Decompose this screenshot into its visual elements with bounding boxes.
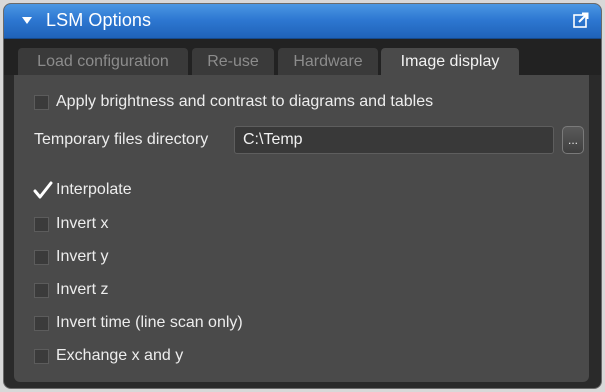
checkmark-icon	[33, 181, 53, 198]
invert-time-checkbox[interactable]	[34, 315, 49, 331]
exchange-xy-checkbox[interactable]	[34, 348, 49, 364]
interpolate-option[interactable]: Interpolate	[33, 179, 132, 201]
invert-x-label: Invert x	[56, 215, 109, 232]
invert-time-option[interactable]: Invert time (line scan only)	[34, 312, 243, 334]
invert-time-label: Invert time (line scan only)	[56, 314, 243, 331]
tab-bar: Load configuration Re-use Hardware Image…	[4, 39, 601, 75]
invert-y-label: Invert y	[56, 248, 109, 265]
invert-y-option[interactable]: Invert y	[34, 246, 108, 268]
image-display-tab-content: Apply brightness and contrast to diagram…	[14, 75, 589, 382]
tab-image-display[interactable]: Image display	[381, 48, 519, 75]
tab-load-configuration[interactable]: Load configuration	[18, 48, 188, 75]
invert-x-option[interactable]: Invert x	[34, 213, 108, 235]
temp-dir-label: Temporary files directory	[34, 131, 209, 148]
temp-dir-input[interactable]	[234, 126, 554, 154]
invert-x-checkbox[interactable]	[34, 216, 49, 232]
exchange-xy-option[interactable]: Exchange x and y	[34, 345, 183, 367]
invert-z-label: Invert z	[56, 281, 109, 298]
popout-window-icon[interactable]	[573, 12, 589, 28]
panel-title: LSM Options	[46, 10, 152, 30]
interpolate-checkbox[interactable]	[33, 181, 53, 198]
apply-brightness-label: Apply brightness and contrast to diagram…	[56, 93, 434, 110]
apply-brightness-checkbox[interactable]	[34, 94, 49, 110]
tab-hardware[interactable]: Hardware	[278, 48, 378, 75]
collapse-triangle-icon[interactable]	[22, 17, 32, 24]
tab-re-use[interactable]: Re-use	[192, 48, 274, 75]
invert-z-checkbox[interactable]	[34, 282, 49, 298]
invert-z-option[interactable]: Invert z	[34, 279, 108, 301]
exchange-xy-label: Exchange x and y	[56, 347, 184, 364]
invert-y-checkbox[interactable]	[34, 249, 49, 265]
panel-title-bar[interactable]: LSM Options	[4, 4, 601, 39]
apply-brightness-option[interactable]: Apply brightness and contrast to diagram…	[34, 91, 433, 113]
lsm-options-panel: LSM Options Load configuration Re-use Ha…	[4, 4, 601, 388]
browse-directory-button[interactable]: ...	[562, 126, 584, 154]
interpolate-label: Interpolate	[56, 181, 132, 198]
